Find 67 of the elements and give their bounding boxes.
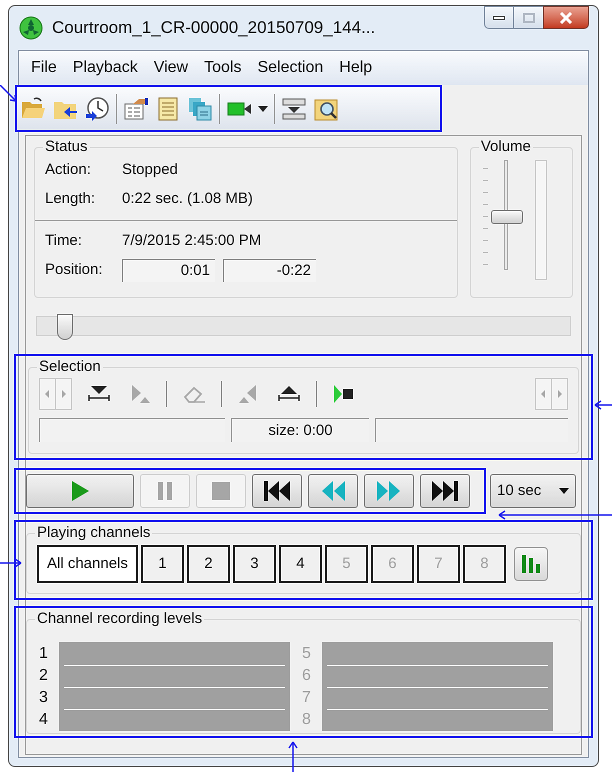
properties-icon[interactable] — [123, 96, 149, 122]
levels-button[interactable] — [514, 547, 548, 581]
fast-forward-icon — [376, 480, 402, 502]
field-label: Action: — [45, 160, 92, 180]
callout-arrow — [594, 399, 612, 411]
channel-number: 1 — [39, 644, 49, 664]
group-title: Volume — [480, 138, 532, 156]
app-icon — [19, 16, 43, 40]
channel-number: 7 — [302, 688, 312, 708]
first-button[interactable] — [252, 474, 302, 508]
group-title: Channel recording levels — [36, 610, 204, 628]
caret-icon — [559, 488, 569, 494]
menu-item[interactable]: File — [23, 56, 65, 80]
download-tray-icon[interactable] — [281, 96, 307, 122]
menu-item[interactable]: Playback — [64, 56, 146, 80]
channel-number: 2 — [39, 666, 49, 686]
menu-item[interactable]: View — [146, 56, 196, 80]
field-label: Position: — [45, 260, 104, 280]
menu-item[interactable]: Help — [331, 56, 380, 80]
menu-item[interactable]: Tools — [196, 56, 250, 80]
slider-thumb[interactable] — [490, 210, 523, 224]
close-icon — [559, 12, 573, 24]
interval-dropdown[interactable]: 10 sec — [490, 474, 576, 508]
channel-number: 6 — [302, 666, 312, 686]
group-title: Status — [44, 138, 89, 156]
last-button[interactable] — [420, 474, 470, 508]
remaining-field: -0:22 — [223, 258, 316, 282]
skip-back-icon — [263, 480, 291, 502]
field-label: Time: — [45, 230, 83, 251]
channel-number: 4 — [39, 710, 49, 730]
group-title: Playing channels — [36, 524, 152, 542]
documents-icon[interactable] — [187, 96, 213, 122]
window-title: Courtroom_1_CR-00000_20150709_144... — [52, 17, 376, 40]
skip-forward-icon — [431, 480, 459, 502]
forward-button[interactable] — [364, 474, 414, 508]
rewind-button[interactable] — [308, 474, 358, 508]
bar-chart-icon — [520, 554, 541, 574]
callout-arrow — [287, 741, 299, 772]
caret-icon[interactable] — [258, 106, 268, 112]
menu-item[interactable]: Selection — [249, 56, 332, 80]
field-value: Stopped — [122, 160, 178, 180]
channel-toggle[interactable]: 2 — [186, 545, 230, 583]
clock-icon[interactable] — [84, 96, 110, 122]
field-label: Length: — [45, 189, 96, 210]
minimize-icon — [493, 16, 505, 20]
channel-number: 3 — [39, 688, 49, 708]
play-button[interactable] — [26, 474, 134, 508]
position-slider[interactable] — [36, 314, 571, 340]
channel-number: 5 — [302, 644, 312, 664]
field-value: 0:22 sec. (1.08 MB) — [122, 189, 253, 210]
field-value: 7/9/2015 2:45:00 PM — [122, 230, 262, 251]
minimize-button[interactable] — [484, 6, 514, 29]
elapsed-field: 0:01 — [122, 258, 215, 282]
group-title: Selection — [38, 358, 102, 376]
selection-size: size: 0:00 — [231, 418, 369, 442]
pause-icon — [156, 481, 174, 501]
close-button[interactable] — [543, 6, 589, 29]
channel-toggle[interactable]: 4 — [278, 545, 322, 583]
channel-toggle[interactable]: 1 — [140, 545, 184, 583]
channel-toggle[interactable]: All channels — [37, 545, 138, 583]
stop-icon — [211, 481, 231, 501]
rewind-icon — [320, 480, 346, 502]
play-icon — [70, 480, 90, 502]
slider-thumb[interactable] — [56, 314, 73, 340]
channel-toggle[interactable]: 3 — [232, 545, 276, 583]
channel-number: 8 — [302, 710, 312, 730]
maximize-icon — [522, 12, 534, 22]
